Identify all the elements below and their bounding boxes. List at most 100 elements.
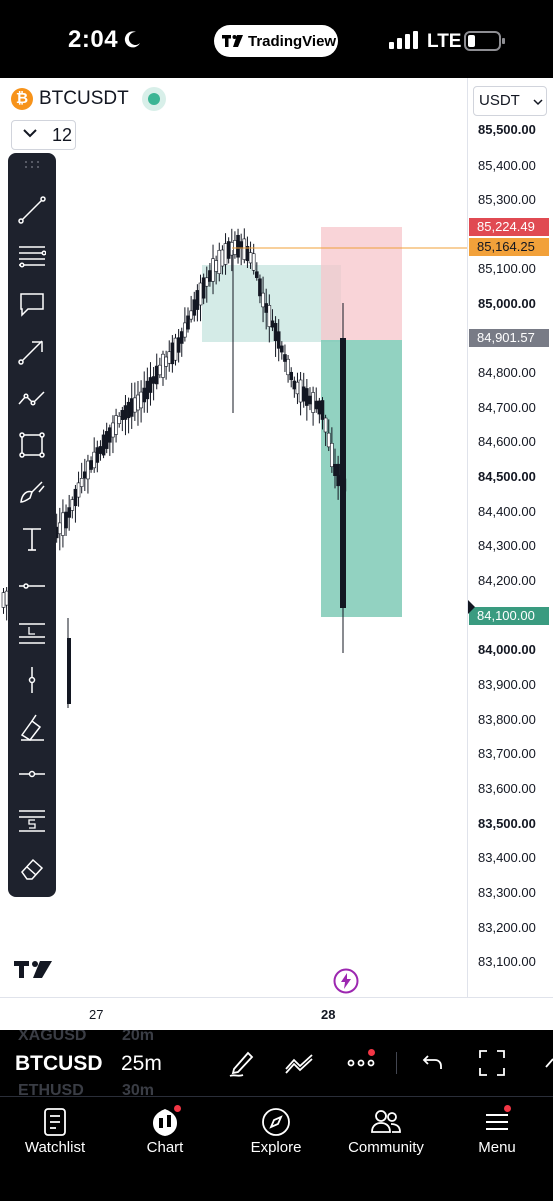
candle xyxy=(129,398,134,417)
stop-price-label[interactable]: 85,224.49 xyxy=(469,218,549,236)
price-tick: 83,200.00 xyxy=(478,920,536,935)
price-tick: 85,300.00 xyxy=(478,192,536,207)
grip-icon[interactable] xyxy=(8,157,56,173)
candle xyxy=(258,278,262,297)
fib-lines-icon[interactable] xyxy=(12,237,52,277)
candle xyxy=(173,337,178,361)
symbol-switcher[interactable]: BTCUSD xyxy=(15,1052,103,1076)
arrow-icon[interactable] xyxy=(12,331,52,371)
lightning-icon[interactable] xyxy=(333,968,359,994)
candle xyxy=(123,405,128,420)
candle xyxy=(70,499,75,511)
compass-icon xyxy=(262,1108,290,1136)
indicators-icon[interactable] xyxy=(284,1047,316,1079)
horizontal-line-icon[interactable] xyxy=(12,566,52,606)
price-tick: 83,400.00 xyxy=(478,850,536,865)
last-price-label[interactable]: 84,100.00 xyxy=(469,607,549,625)
text-icon[interactable] xyxy=(12,519,52,559)
long-position-icon[interactable] xyxy=(12,613,52,653)
drawing-tools-icon[interactable] xyxy=(226,1047,258,1079)
time-axis[interactable]: 27 28 xyxy=(0,997,553,1031)
drawing-toolbar xyxy=(8,153,56,897)
candle xyxy=(95,447,100,463)
candle xyxy=(136,394,140,411)
rectangle-icon[interactable] xyxy=(12,425,52,465)
candle xyxy=(220,249,225,267)
candle xyxy=(236,234,240,258)
price-plot[interactable] xyxy=(0,78,467,997)
tab-community[interactable]: Community xyxy=(331,1097,441,1167)
callout-icon[interactable] xyxy=(12,284,52,324)
app-pill-label: TradingView xyxy=(248,33,337,50)
ghost-interval: 20m xyxy=(122,1030,155,1044)
candle xyxy=(179,331,184,344)
candle xyxy=(101,434,106,456)
tab-label: Explore xyxy=(250,1139,302,1156)
candle xyxy=(189,310,193,320)
community-icon xyxy=(371,1110,401,1133)
candle xyxy=(264,303,268,313)
undo-icon[interactable] xyxy=(416,1047,448,1079)
candle xyxy=(255,271,259,278)
candle xyxy=(73,488,78,507)
candle xyxy=(67,638,71,704)
symbol-name[interactable]: BTCUSDT xyxy=(39,88,129,110)
candle xyxy=(142,387,147,403)
candle xyxy=(108,427,112,443)
fullscreen-icon[interactable] xyxy=(476,1047,508,1079)
alert-price-label[interactable]: 85,164.25 xyxy=(469,238,549,256)
interval-selector[interactable]: 12 xyxy=(11,120,76,150)
brush-icon[interactable] xyxy=(12,472,52,512)
candle xyxy=(323,417,328,433)
price-tick: 83,700.00 xyxy=(478,746,536,761)
candle xyxy=(164,356,168,367)
app-pill[interactable]: TradingView xyxy=(214,25,338,57)
candle xyxy=(208,270,212,282)
tab-menu[interactable]: Menu xyxy=(442,1097,552,1167)
path-icon[interactable] xyxy=(12,378,52,418)
clock: 2:04 xyxy=(68,26,119,53)
currency-selector[interactable]: USDT xyxy=(473,86,547,116)
candle xyxy=(301,386,306,402)
candle xyxy=(183,322,187,338)
tradingview-logo-icon xyxy=(222,35,243,47)
candle xyxy=(145,380,150,400)
highlighter-icon[interactable] xyxy=(12,707,52,747)
trend-line-icon[interactable] xyxy=(12,190,52,230)
interval-value: 12 xyxy=(52,125,73,145)
market-status-icon[interactable] xyxy=(142,87,166,111)
eraser-icon[interactable] xyxy=(12,848,52,888)
horizontal-ray-icon[interactable] xyxy=(12,754,52,794)
price-tick: 85,100.00 xyxy=(478,261,536,276)
candle xyxy=(286,358,290,376)
candle xyxy=(336,463,340,487)
price-tick: 84,800.00 xyxy=(478,365,536,380)
price-tick: 83,500.00 xyxy=(478,816,536,831)
candle xyxy=(158,364,162,376)
candle xyxy=(154,365,159,385)
candle xyxy=(305,388,309,406)
tradingview-watermark-icon xyxy=(14,961,52,978)
notification-dot xyxy=(368,1049,375,1056)
short-position-icon[interactable] xyxy=(12,801,52,841)
interval-switcher[interactable]: 25m xyxy=(121,1052,162,1076)
price-tick: 84,200.00 xyxy=(478,573,536,588)
candle xyxy=(223,243,228,265)
next-icon[interactable] xyxy=(543,1047,553,1079)
time-tick: 27 xyxy=(89,1007,104,1022)
vertical-line-icon[interactable] xyxy=(12,660,52,700)
notification-dot xyxy=(504,1105,511,1112)
notification-dot xyxy=(174,1105,181,1112)
candle xyxy=(295,381,300,395)
tab-watchlist[interactable]: Watchlist xyxy=(0,1097,110,1167)
chart-pane[interactable]: ₿ BTCUSDT 12 USDT 85,500.00 85,400.00 85… xyxy=(0,78,553,1031)
candle xyxy=(280,345,284,353)
entry-price-label[interactable]: 84,901.57 xyxy=(469,329,549,347)
candle xyxy=(330,443,334,467)
candle xyxy=(340,338,346,608)
tab-chart[interactable]: Chart xyxy=(110,1097,220,1167)
signal-icon xyxy=(389,31,418,49)
candle xyxy=(151,376,156,384)
tab-explore[interactable]: Explore xyxy=(221,1097,331,1167)
candle xyxy=(139,391,143,409)
